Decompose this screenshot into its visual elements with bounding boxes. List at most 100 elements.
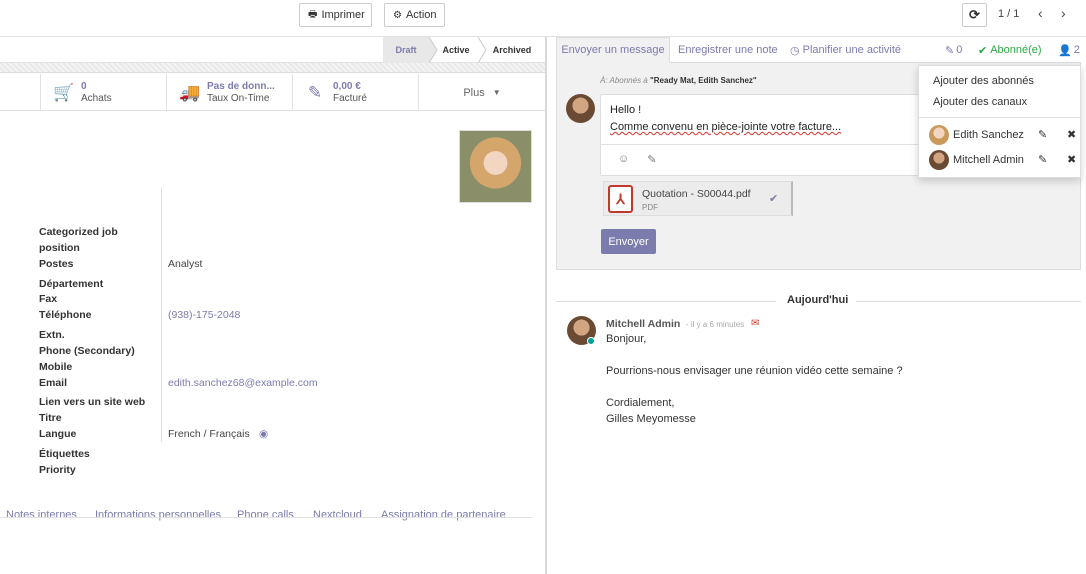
follower-item[interactable]: Edith Sanchez ✎ ✖ [929, 125, 1077, 145]
notebook-tab[interactable]: Nextcloud [313, 509, 362, 521]
notebook-divider [0, 517, 532, 518]
purchases-smart-button[interactable]: 🛒 0 Achats [40, 74, 166, 111]
field-label: Phone (Secondary) [39, 345, 135, 357]
check-icon: ✔ [769, 193, 779, 205]
field-label: Titre [39, 412, 62, 424]
field-label: Département [39, 278, 104, 290]
log-note-tab[interactable]: Enregistrer une note [678, 37, 778, 63]
followed-button[interactable]: ✔ Abonné(e) [978, 37, 1042, 63]
recipients-prefix: À: Abonnés à [600, 76, 648, 85]
separator-line [556, 301, 776, 302]
truck-icon: 🚚 [179, 82, 201, 102]
add-channels-item[interactable]: Ajouter des canaux [933, 96, 1027, 108]
field-label: Email [39, 377, 68, 389]
cart-icon: 🛒 [53, 82, 75, 102]
field-value[interactable]: (938)-175-2048 [168, 309, 240, 321]
action-label: Action [405, 9, 437, 21]
follower-name: Edith Sanchez [953, 129, 1024, 141]
globe-icon[interactable]: ◉ [259, 428, 268, 440]
editor-divider [601, 144, 961, 145]
stage-archived[interactable]: Archived [481, 37, 543, 63]
attachment-type: PDF [642, 203, 658, 212]
control-panel: 🖶 Imprimer ⚙ Action ⟳ 1 / 1 ‹ › [0, 0, 1086, 37]
caret-down-icon: ▼ [492, 88, 501, 97]
notebook-tab[interactable]: Assignation de partenaire [381, 509, 506, 521]
followers-button[interactable]: 👤 2 [1058, 37, 1080, 63]
reload-button[interactable]: ⟳ [962, 3, 987, 27]
avatar [566, 94, 595, 123]
recipients-line: À: Abonnés à "Ready Mat, Edith Sanchez" [600, 76, 757, 85]
field-value[interactable]: French / Français [168, 428, 250, 440]
ontime-smart-button[interactable]: 🚚 Pas de donn... Taux On-Time [166, 74, 292, 111]
emoji-icon[interactable]: ☺ [618, 153, 629, 166]
ontime-value: Pas de donn... [207, 80, 275, 92]
action-button[interactable]: ⚙ Action [384, 3, 445, 27]
field-label: Étiquettes [39, 448, 90, 460]
message-editor[interactable]: Hello ! Comme convenu en pièce-jointe vo… [600, 94, 961, 176]
notebook-tab[interactable]: Informations personnelles [95, 509, 221, 521]
field-label: Categorized job [39, 226, 118, 238]
field-label: Mobile [39, 361, 73, 373]
recipients-record: "Ready Mat, Edith Sanchez" [649, 76, 757, 85]
invoiced-smart-button[interactable]: ✎ 0,00 € Facturé [292, 74, 418, 111]
print-button[interactable]: 🖶 Imprimer [299, 3, 372, 27]
attachment-card[interactable]: ⅄ Quotation - S00044.pdf PDF ✔ [603, 181, 793, 216]
pager-value[interactable]: 1 / 1 [998, 8, 1019, 20]
print-label: Imprimer [321, 9, 365, 21]
field-label: Fax [39, 293, 58, 305]
ontime-label: Taux On-Time [207, 92, 270, 104]
field-label: Téléphone [39, 309, 92, 321]
close-icon[interactable]: ✖ [1067, 128, 1076, 141]
field-label: Priority [39, 464, 76, 476]
followed-label: Abonné(e) [990, 44, 1042, 56]
notebook-tab[interactable]: Phone calls [237, 509, 294, 521]
field-value[interactable]: edith.sanchez68@example.com [168, 377, 318, 389]
clock-icon: ◷ [790, 44, 800, 57]
field-label: Extn. [39, 329, 65, 341]
message-time: - il y a 6 minutes [686, 320, 745, 329]
form-sheet: Draft Active Archived 🛒 0 Achats 🚚 Pas d… [0, 37, 545, 574]
pager-next-icon[interactable]: › [1061, 5, 1066, 21]
stage-active[interactable]: Active [431, 37, 481, 63]
follower-name: Mitchell Admin [953, 154, 1024, 166]
schedule-activity-label: Planifier une activité [802, 44, 902, 56]
add-followers-item[interactable]: Ajouter des abonnés [933, 75, 1034, 87]
invoiced-label: Facturé [333, 92, 367, 104]
dropdown-divider [919, 117, 1082, 118]
field-label: position [39, 242, 80, 254]
print-icon: 🖶 [308, 8, 318, 20]
close-icon[interactable]: ✖ [1067, 153, 1076, 166]
gear-icon: ⚙ [393, 9, 402, 21]
paperclip-icon[interactable]: ✎ [647, 153, 656, 166]
smart-button-box: 🛒 0 Achats 🚚 Pas de donn... Taux On-Time… [0, 74, 545, 111]
date-separator: Aujourd'hui [556, 294, 1081, 308]
pencil-icon[interactable]: ✎ [1038, 153, 1047, 166]
pdf-icon: ⅄ [608, 185, 633, 213]
field-label: Langue [39, 428, 77, 440]
stage-draft[interactable]: Draft [383, 37, 429, 63]
pager-previous-icon[interactable]: ‹ [1038, 5, 1043, 21]
follower-item[interactable]: Mitchell Admin ✎ ✖ [929, 150, 1077, 170]
message-author[interactable]: Mitchell Admin [606, 318, 680, 330]
send-button[interactable]: Envoyer [601, 229, 656, 254]
date-separator-label: Aujourd'hui [787, 294, 849, 306]
draft-line: Comme convenu en pièce-jointe votre fact… [610, 121, 842, 133]
attachments-button[interactable]: ✎ 0 [945, 37, 962, 63]
online-status-icon [587, 337, 595, 345]
more-smart-button[interactable]: Plus ▼ [418, 74, 545, 111]
paperclip-icon: ✎ [945, 44, 955, 57]
send-message-tab[interactable]: Envoyer un message [556, 37, 670, 63]
more-label: Plus [463, 86, 485, 99]
envelope-icon: ✉ [751, 318, 760, 329]
schedule-activity-tab[interactable]: ◷ Planifier une activité [790, 37, 901, 63]
notebook-tab[interactable]: Notes internes [6, 509, 77, 521]
followers-dropdown: Ajouter des abonnés Ajouter des canaux E… [918, 65, 1082, 178]
partner-avatar[interactable] [459, 130, 532, 203]
pencil-icon[interactable]: ✎ [1038, 128, 1047, 141]
check-icon: ✔ [978, 44, 988, 57]
draft-line: Hello ! [610, 104, 642, 116]
user-icon: 👤 [1058, 44, 1072, 57]
field-label: Postes [39, 258, 74, 270]
field-value[interactable]: Analyst [168, 258, 202, 270]
followers-count: 2 [1073, 44, 1080, 56]
